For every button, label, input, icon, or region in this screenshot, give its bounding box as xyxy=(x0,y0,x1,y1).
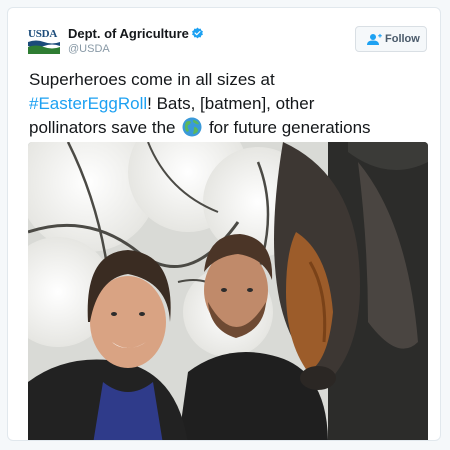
tweet-card: USDA Dept. of Agriculture @USDA Follow S… xyxy=(7,7,441,441)
hashtag-link[interactable]: #EasterEggRoll xyxy=(29,94,147,113)
display-name[interactable]: Dept. of Agriculture xyxy=(68,26,189,42)
tweet-line-3-start: pollinators save the xyxy=(29,118,176,137)
usda-logo-mark xyxy=(28,40,60,54)
follow-button-label: Follow xyxy=(385,33,420,45)
usda-logo-avatar[interactable]: USDA xyxy=(28,28,60,56)
tweet-line-2: ! Bats, [batmen], other xyxy=(147,94,315,113)
tweet-line-1: Superheroes come in all sizes at xyxy=(29,70,275,89)
selfie-with-bat-photo xyxy=(28,142,428,440)
tweet-photo[interactable] xyxy=(28,142,428,440)
verified-badge-icon xyxy=(192,27,203,39)
account-handle[interactable]: @USDA xyxy=(68,43,110,56)
usda-logo-text: USDA xyxy=(28,28,58,40)
tweet-line-3-end: for future generations xyxy=(208,118,371,137)
follow-button[interactable]: Follow xyxy=(355,26,427,52)
add-user-icon xyxy=(367,33,382,45)
globe-icon xyxy=(182,117,202,137)
tweet-text: Superheroes come in all sizes at #Easter… xyxy=(29,68,429,140)
tweet-header: USDA Dept. of Agriculture @USDA Follow xyxy=(8,8,440,68)
